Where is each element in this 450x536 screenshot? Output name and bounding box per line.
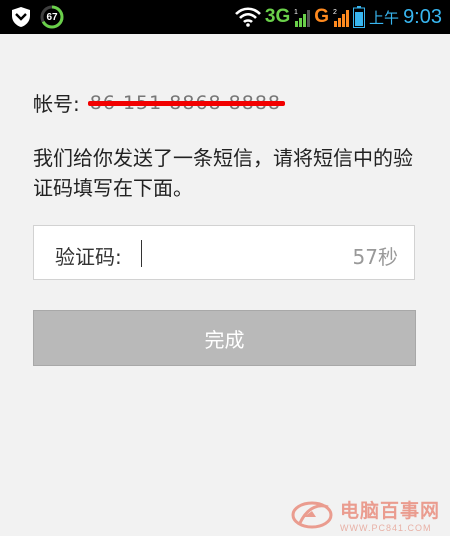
- network-type-3g: 3G: [264, 6, 291, 27]
- wifi-icon: [234, 7, 261, 27]
- shield-icon: [12, 7, 30, 27]
- sim-1-badge: 1: [294, 9, 298, 16]
- verification-code-field[interactable]: 验证码: 57秒: [33, 225, 415, 280]
- battery-percent-text: 67: [46, 11, 58, 23]
- watermark: 电脑百事网 WWW.PC841.COM: [290, 496, 440, 533]
- account-label: 帐号:: [33, 92, 80, 116]
- account-row: 帐号: 86 151 8868 8888: [33, 88, 286, 117]
- watermark-text: 电脑百事网 WWW.PC841.COM: [340, 496, 440, 533]
- status-bar-left: 67: [10, 4, 64, 30]
- signal-icon: 1: [294, 9, 311, 27]
- sms-instruction-text: 我们给你发送了一条短信，请将短信中的验证码填写在下面。: [33, 146, 413, 200]
- status-bar: 67 3G 1 G 2 上午 9:03: [0, 0, 450, 34]
- sim-2-badge: 2: [333, 9, 337, 16]
- clock-ampm: 上午: [369, 8, 400, 27]
- battery-percent-icon: 67: [40, 5, 64, 29]
- verification-code-input[interactable]: [141, 234, 341, 271]
- clock-time: 9:03: [403, 5, 442, 28]
- done-button[interactable]: 完成: [33, 310, 416, 366]
- resend-countdown: 57秒: [352, 245, 398, 269]
- redaction-mark: [87, 100, 286, 106]
- watermark-title: 电脑百事网: [340, 500, 441, 522]
- text-cursor: [141, 240, 142, 267]
- account-value: 86 151 8868 8888: [87, 92, 286, 114]
- signal-icon: 2: [333, 9, 350, 27]
- verification-code-label: 验证码:: [55, 245, 122, 269]
- status-bar-right: 3G 1 G 2 上午 9:03: [234, 3, 442, 31]
- watermark-url: WWW.PC841.COM: [340, 523, 432, 533]
- watermark-logo-icon: [291, 501, 333, 528]
- battery-icon: [353, 6, 366, 28]
- network-type-g: G: [314, 6, 330, 27]
